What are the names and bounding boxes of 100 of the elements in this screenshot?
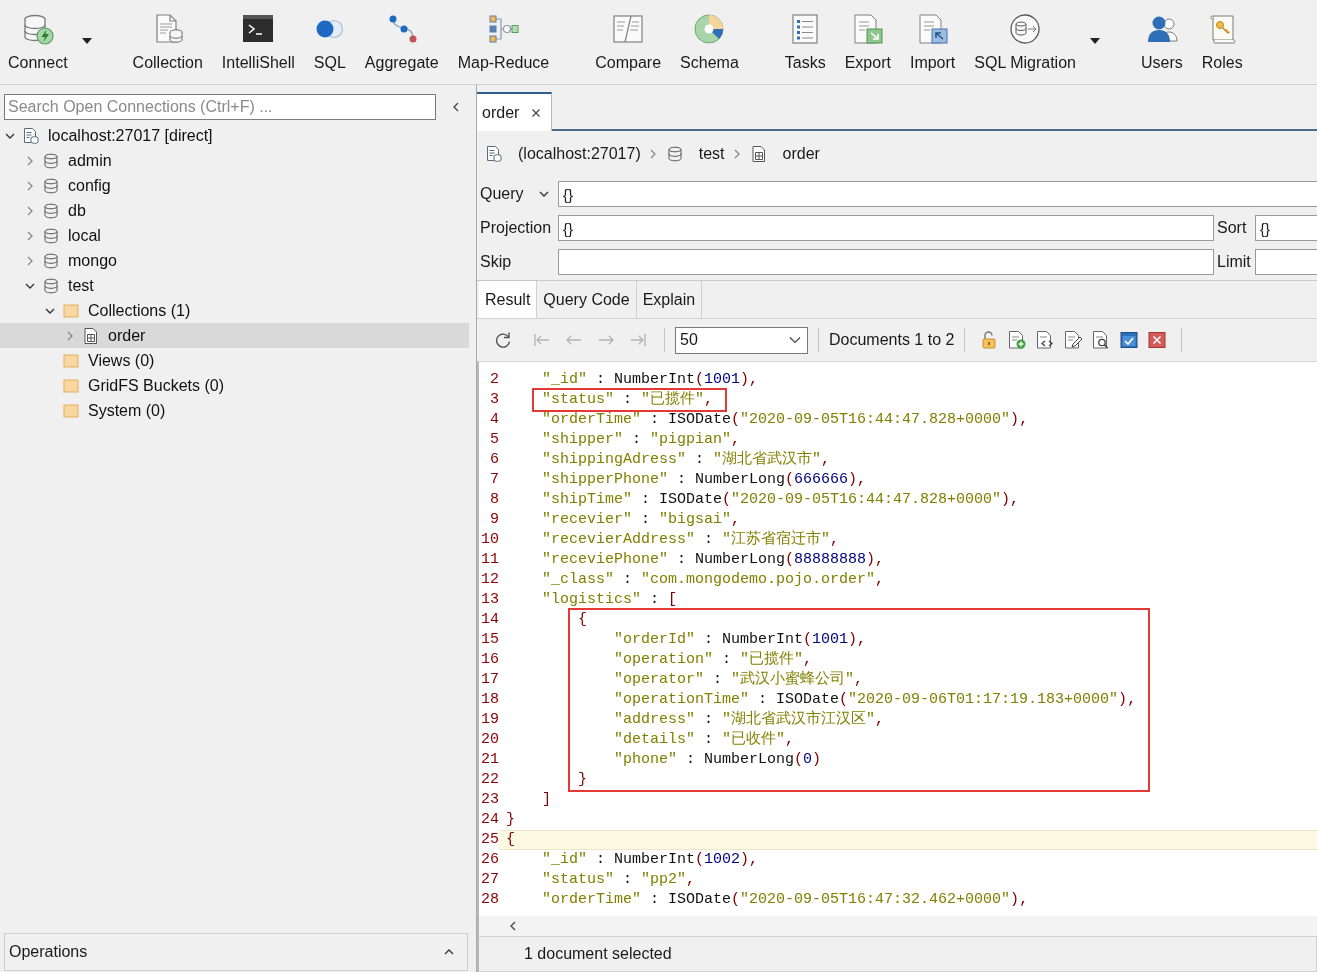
search-field[interactable]: Search Open Connections (Ctrl+F) ... [4, 94, 436, 120]
toolbar-button[interactable]: Import [901, 0, 964, 75]
field-label: Skip [480, 253, 513, 271]
code-line: ] [542, 790, 551, 810]
pie-chart-icon [693, 13, 726, 45]
tree-item[interactable]: mongo [0, 248, 469, 273]
toolbar-button[interactable]: Aggregate [356, 0, 447, 75]
code-line: "status" : "已揽件", [542, 390, 714, 410]
page-size-dropdown[interactable]: 50 [675, 326, 808, 354]
code-line: "status" : "pp2", [542, 870, 696, 890]
database-icon [43, 227, 59, 244]
code-line: "shipTime" : ISODate("2020-09-05T16:44:47.828+0000"), [542, 490, 1020, 510]
limit-field[interactable] [1255, 249, 1317, 275]
line-number: 12 [480, 570, 499, 590]
line-number: 4 [489, 410, 499, 430]
toolbar-button[interactable]: Connect [0, 0, 76, 75]
tree-item[interactable]: config [0, 173, 469, 198]
database-icon [43, 152, 59, 169]
tree-item[interactable]: test [0, 273, 469, 298]
folder-icon [63, 352, 79, 369]
tree-item[interactable]: order [0, 323, 469, 348]
breadcrumb-item[interactable]: test [698, 144, 725, 163]
toolbar-button[interactable]: Map-Reduce [449, 0, 558, 75]
toolbar-button[interactable]: Collection [124, 0, 211, 75]
server-icon [486, 145, 502, 162]
toolbar-button[interactable] [1062, 329, 1085, 351]
line-number: 10 [480, 530, 499, 550]
result-tab[interactable]: Result [479, 281, 538, 318]
toolbar-button[interactable]: Users [1132, 0, 1191, 75]
tree-item[interactable]: Collections (1) [0, 298, 469, 323]
field-label: Limit [1216, 253, 1252, 271]
tree-item[interactable]: System (0) [0, 398, 469, 423]
line-number: 19 [480, 710, 499, 730]
field-label: Sort [1216, 219, 1248, 237]
caret-icon [81, 38, 92, 44]
line-number: 27 [480, 870, 499, 890]
projection-field[interactable]: {} [558, 215, 1214, 241]
tree-item[interactable]: admin [0, 148, 469, 173]
document-arrow-icon [851, 13, 884, 45]
skip-field[interactable] [558, 249, 1214, 275]
breadcrumb-item[interactable]: (localhost:27017) [518, 144, 641, 163]
toolbar-button[interactable]: Export [836, 0, 899, 75]
code-line: "receviePhone" : NumberLong(88888888), [542, 550, 885, 570]
tree-item[interactable]: localhost:27017 [direct] [0, 123, 469, 148]
toolbar-button[interactable]: Roles [1193, 0, 1251, 75]
code-line: "orderTime" : ISODate("2020-09-05T16:47:32.462+0000"), [542, 890, 1029, 910]
result-tab[interactable]: Explain [636, 281, 703, 318]
database-icon [43, 177, 59, 194]
toolbar-button[interactable] [1146, 329, 1169, 351]
line-number: 15 [480, 630, 499, 650]
checkbox-icon [1119, 330, 1140, 350]
line-number: 13 [480, 590, 499, 610]
toolbar-button[interactable]: Schema [672, 0, 747, 75]
line-number: 28 [480, 890, 499, 910]
toolbar-button[interactable]: SQL [305, 0, 354, 75]
line-number: 8 [489, 490, 499, 510]
code-line: "operation" : "已揽件", [614, 650, 813, 670]
line-number: 18 [480, 690, 499, 710]
toolbar-button[interactable]: Compare [587, 0, 670, 75]
toolbar-button[interactable]: IntelliShell [213, 0, 303, 75]
toolbar-button[interactable]: Tasks [776, 0, 834, 75]
document-code-icon [1035, 330, 1056, 350]
server-icon [23, 127, 39, 144]
folder-icon [63, 377, 79, 394]
toolbar-button[interactable] [1118, 329, 1141, 351]
line-number: 2 [489, 370, 499, 390]
tree-item[interactable]: Views (0) [0, 348, 469, 373]
code-line: "shippingAdress" : "湖北省武汉市", [542, 450, 831, 470]
field-label: Projection [480, 219, 553, 237]
caret-icon [1089, 38, 1100, 44]
toolbar-button[interactable]: SQL Migration [966, 0, 1084, 75]
code-line: "shipper" : "pigpian", [542, 430, 741, 450]
result-tab[interactable]: Query Code [537, 281, 637, 318]
code-editor[interactable] [477, 361, 1317, 916]
code-line: { [578, 610, 587, 630]
tree-item[interactable]: GridFS Buckets (0) [0, 373, 469, 398]
panel-title: Operations [9, 943, 88, 961]
line-number: 16 [480, 650, 499, 670]
tree-item[interactable]: local [0, 223, 469, 248]
tree-item[interactable]: db [0, 198, 469, 223]
editor-tab[interactable]: order [477, 92, 553, 131]
breadcrumb-item[interactable]: order [782, 144, 820, 163]
database-icon [43, 202, 59, 219]
query-field[interactable]: {} [558, 181, 1317, 207]
line-number: 7 [489, 470, 499, 490]
line-number: 6 [489, 450, 499, 470]
code-line: "address" : "湖北省武汉市江汉区", [614, 710, 885, 730]
code-line: "details" : "已收件", [614, 730, 795, 750]
document-range-text: Documents 1 to 2 [829, 331, 955, 349]
line-number: 3 [489, 390, 499, 410]
code-line: "operationTime" : ISODate("2020-09-06T01:17:19.183+0000"), [614, 690, 1137, 710]
split-page-icon [612, 13, 645, 45]
sort-field[interactable]: {} [1255, 215, 1317, 241]
folder-icon [63, 302, 79, 319]
line-number: 14 [480, 610, 499, 630]
database-icon [43, 252, 59, 269]
code-line: { [506, 830, 515, 850]
line-number: 17 [480, 670, 499, 690]
code-line: "recevierAddress" : "江苏省宿迁市", [542, 530, 840, 550]
close-icon[interactable] [531, 107, 542, 118]
